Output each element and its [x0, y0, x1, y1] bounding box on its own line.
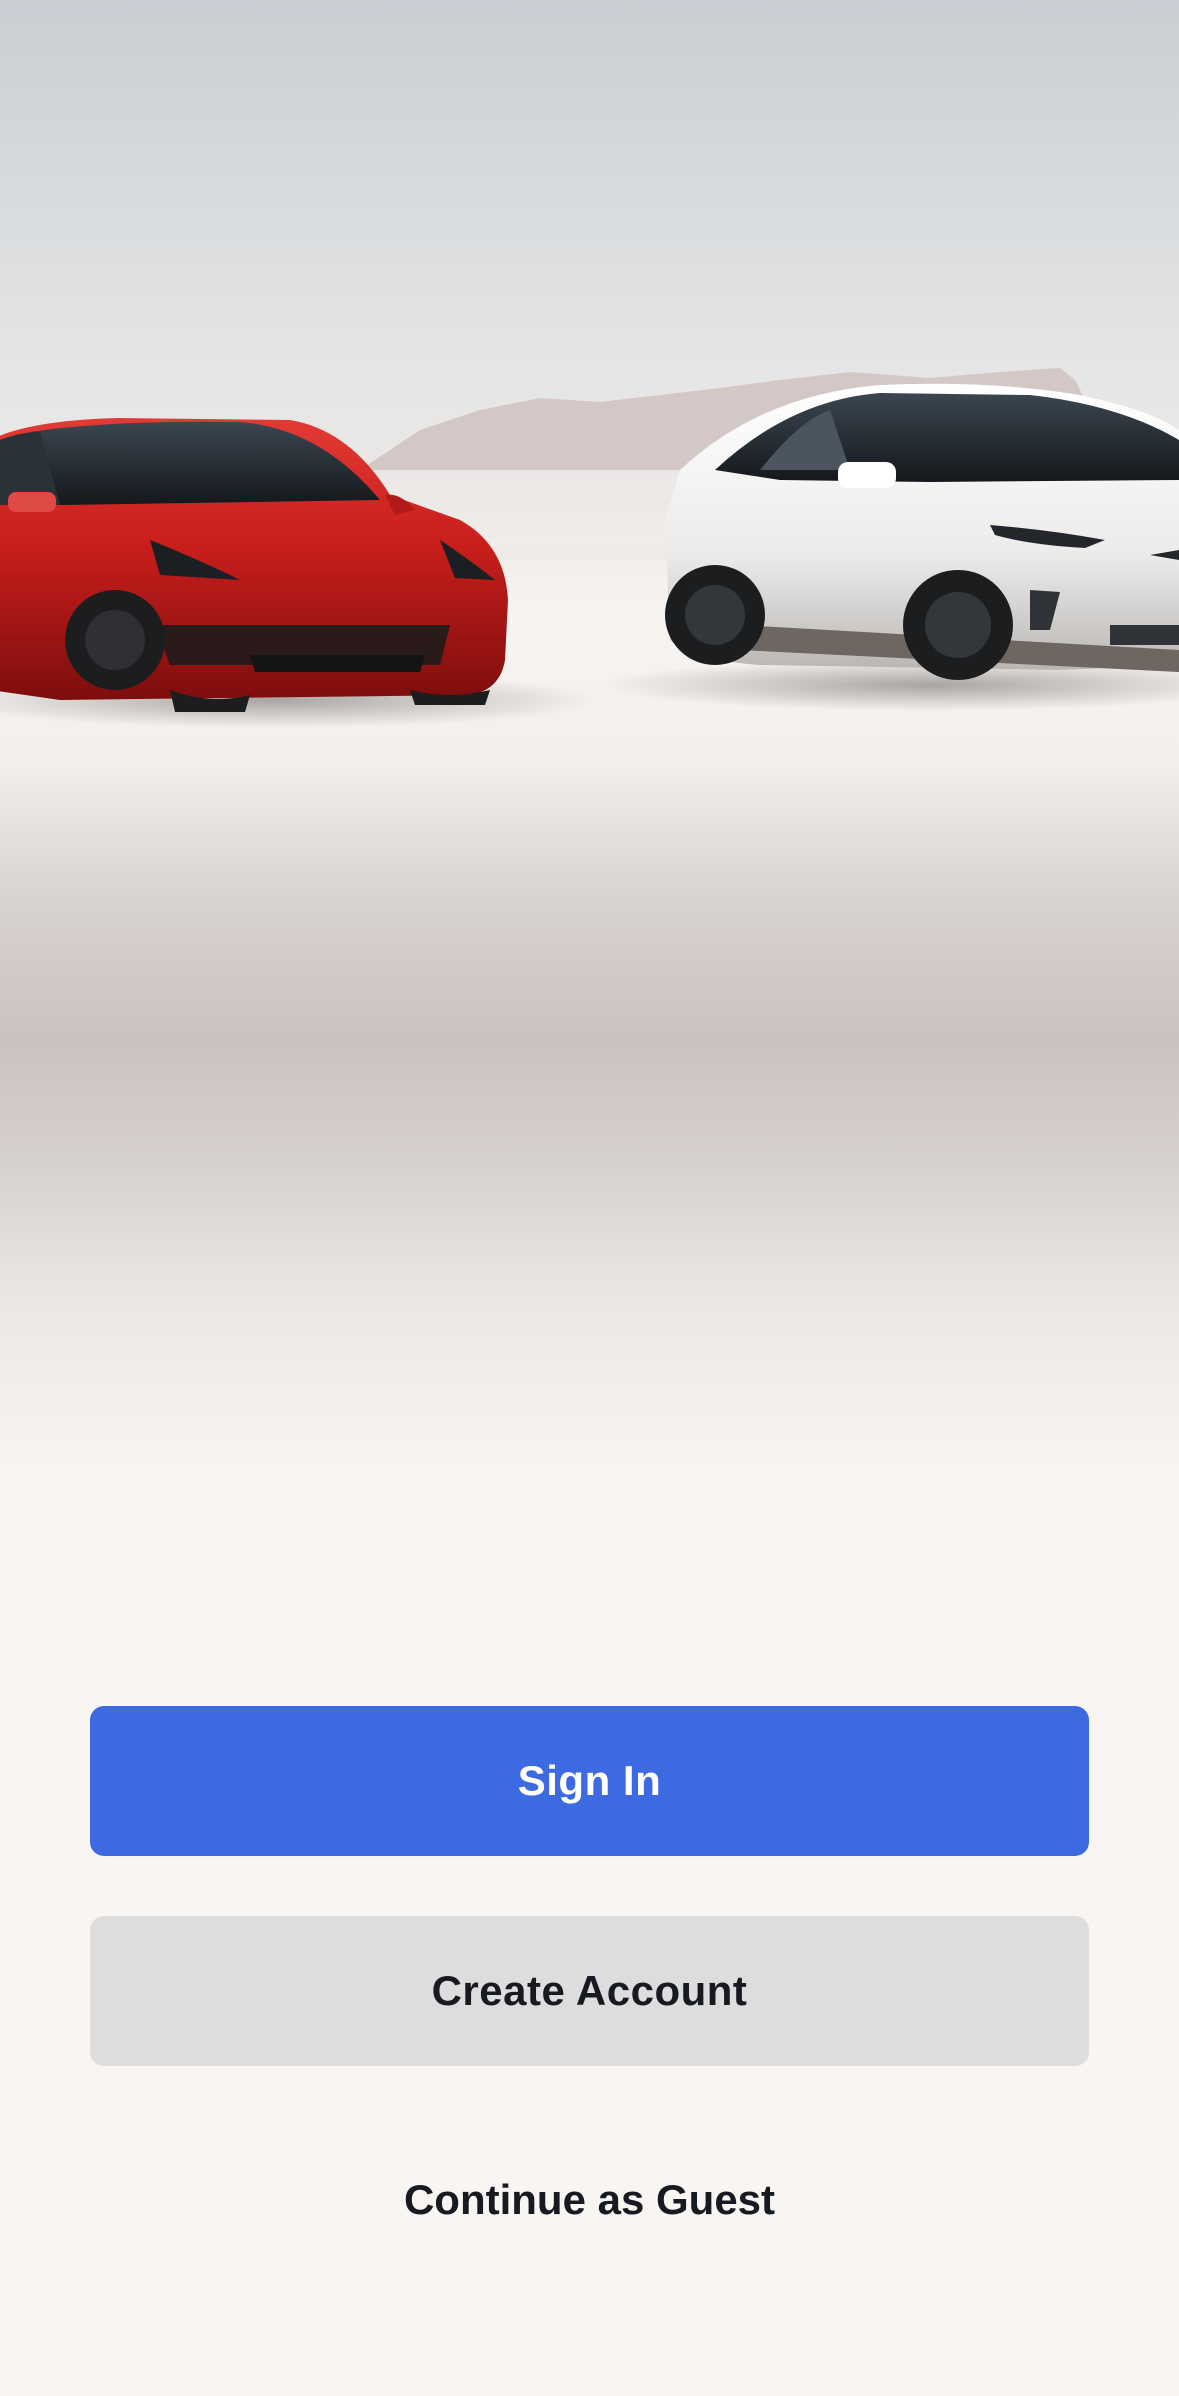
hero-image [0, 0, 1179, 1500]
white-car [665, 383, 1179, 680]
continue-as-guest-link[interactable]: Continue as Guest [290, 2160, 889, 2240]
hero-cars-illustration [0, 368, 1179, 728]
create-account-button[interactable]: Create Account [90, 1916, 1089, 2066]
sign-in-button[interactable]: Sign In [90, 1706, 1089, 1856]
welcome-screen: Sign In Create Account Continue as Guest [0, 0, 1179, 2396]
